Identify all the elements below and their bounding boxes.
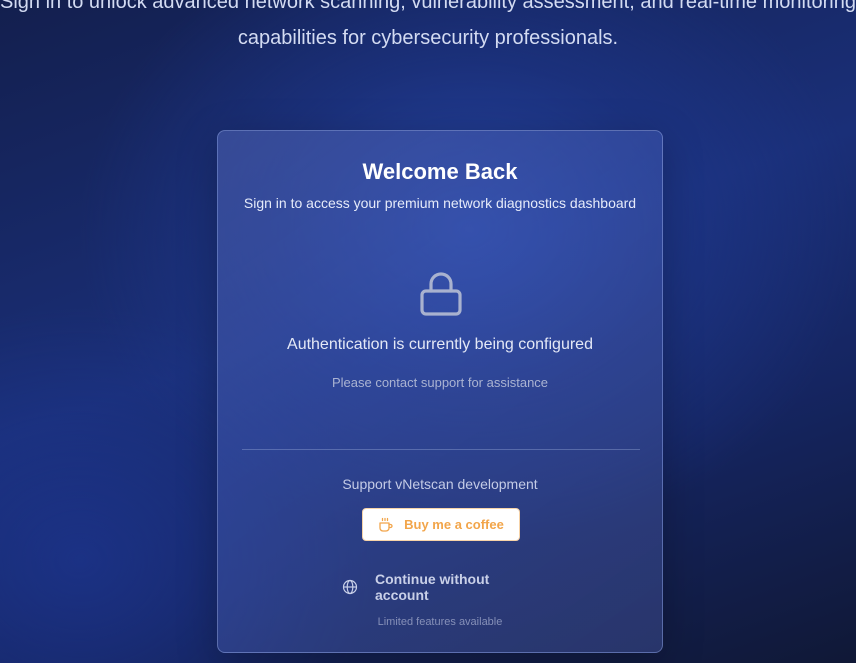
buy-me-a-coffee-button[interactable]: Buy me a coffee bbox=[362, 508, 520, 541]
card-title: Welcome Back bbox=[362, 159, 518, 184]
auth-status-message: Authentication is currently being config… bbox=[287, 336, 593, 353]
coffee-cup-icon bbox=[378, 517, 394, 533]
limited-features-note: Limited features available bbox=[377, 616, 503, 628]
globe-icon bbox=[342, 579, 358, 595]
divider bbox=[242, 449, 640, 450]
auth-help-message: Please contact support for assistance bbox=[331, 375, 549, 390]
buy-me-a-coffee-label: Buy me a coffee bbox=[404, 517, 504, 532]
continue-without-account-label: Continue without account bbox=[375, 571, 490, 603]
card-subtitle: Sign in to access your premium network d… bbox=[243, 195, 637, 211]
lock-icon bbox=[419, 271, 463, 317]
hero-description: Sign in to unlock advanced network scann… bbox=[0, 0, 856, 49]
continue-without-account-button[interactable]: Continue without account bbox=[342, 571, 542, 603]
login-card: Welcome Back Sign in to access your prem… bbox=[217, 130, 663, 653]
support-text: Support vNetscan development bbox=[342, 476, 538, 492]
